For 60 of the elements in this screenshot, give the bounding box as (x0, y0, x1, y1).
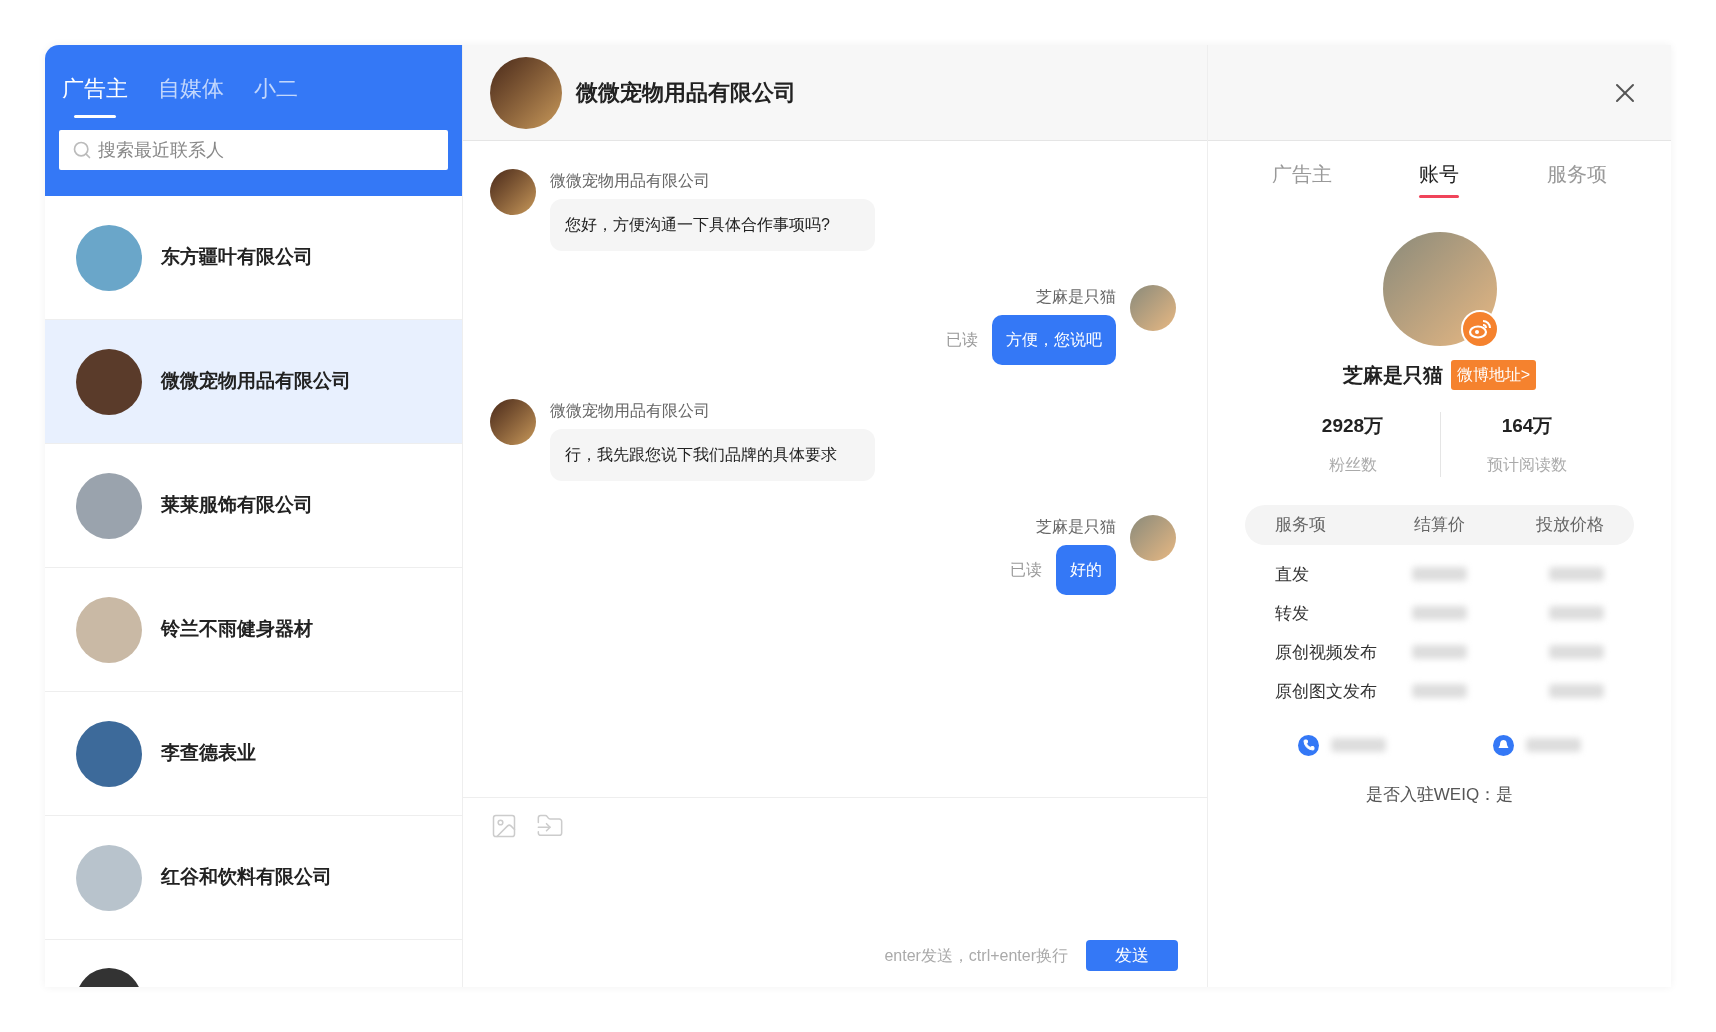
service-name: 原创图文发布 (1275, 680, 1378, 703)
read-status: 已读 (1010, 560, 1042, 580)
stat-label: 预计阅读数 (1487, 454, 1567, 475)
blurred-value (1331, 738, 1387, 752)
contact-name: 李查德表业 (161, 741, 256, 766)
shortcut-hint: enter发送，ctrl+enter换行 (884, 945, 1068, 966)
blurred-value (1549, 684, 1604, 699)
contact-item[interactable]: 微微宠物用品有限公司 (45, 320, 462, 444)
service-name: 转发 (1275, 602, 1310, 625)
blurred-value (1549, 645, 1604, 660)
stat-value: 164万 (1501, 414, 1553, 438)
contact-name: 铃兰不雨健身器材 (161, 617, 313, 642)
blurred-value (1412, 645, 1467, 660)
sender-name: 微微宠物用品有限公司 (550, 401, 711, 421)
sender-name: 芝麻是只猫 (1036, 287, 1116, 307)
blurred-value (1525, 738, 1581, 752)
read-status: 已读 (946, 330, 978, 350)
contact-icon (1492, 734, 1514, 756)
column-header: 服务项 (1275, 513, 1327, 536)
weiq-status: 是否入驻WEIQ：是 (1365, 783, 1514, 806)
tab[interactable]: 广告主 (62, 69, 128, 118)
contact-name: 微微宠物用品有限公司 (161, 369, 351, 394)
avatar-photo (490, 169, 536, 215)
sender-name: 芝麻是只猫 (1036, 517, 1116, 537)
message-bubble: 方便，您说吧 (992, 315, 1116, 365)
blurred-value (1549, 606, 1604, 621)
search-field[interactable]: 搜索最近联系人 (59, 130, 448, 170)
image-icon[interactable] (490, 812, 518, 840)
message-bubble: 好的 (1056, 545, 1116, 595)
stat-value: 2928万 (1321, 414, 1384, 438)
contact-item[interactable]: 红谷和饮料有限公司 (45, 816, 462, 940)
profile-name: 芝麻是只猫 (1342, 363, 1443, 388)
service-name: 原创视频发布 (1275, 641, 1378, 664)
blurred-value (1549, 567, 1604, 582)
sender-name: 微微宠物用品有限公司 (550, 171, 711, 191)
stat-label: 粉丝数 (1328, 454, 1377, 475)
weibo-badge-icon (1460, 310, 1499, 348)
service-name: 直发 (1275, 563, 1310, 586)
avatar-photo (1130, 285, 1176, 331)
avatar-photo (1130, 515, 1176, 561)
column-header: 投放价格 (1535, 513, 1604, 536)
blurred-value (1412, 567, 1467, 582)
search-icon (72, 140, 92, 160)
chat-title: 微微宠物用品有限公司 (576, 79, 796, 107)
phone-icon (1298, 734, 1320, 756)
tab[interactable]: 账号 (1419, 159, 1460, 198)
contact-item[interactable]: 铃兰不雨健身器材 (45, 568, 462, 692)
contact-name: 东方疆叶有限公司 (161, 245, 313, 270)
send-button[interactable]: 发送 (1086, 940, 1178, 971)
blurred-value (1412, 606, 1467, 621)
message-bubble: 行，我先跟您说下我们品牌的具体要求 (550, 429, 875, 481)
contact-name: 红谷和饮料有限公司 (161, 865, 332, 890)
contact-item[interactable]: 莱莱服饰有限公司 (45, 444, 462, 568)
message-bubble: 您好，方便沟通一下具体合作事项吗? (550, 199, 875, 251)
column-header: 结算价 (1413, 513, 1466, 536)
contact-name: 莱莱服饰有限公司 (161, 493, 313, 518)
contact-item[interactable]: 李查德表业 (45, 692, 462, 816)
contact-item[interactable]: 东方疆叶有限公司 (45, 196, 462, 320)
blurred-value (1412, 684, 1467, 699)
avatar-photo (490, 399, 536, 445)
